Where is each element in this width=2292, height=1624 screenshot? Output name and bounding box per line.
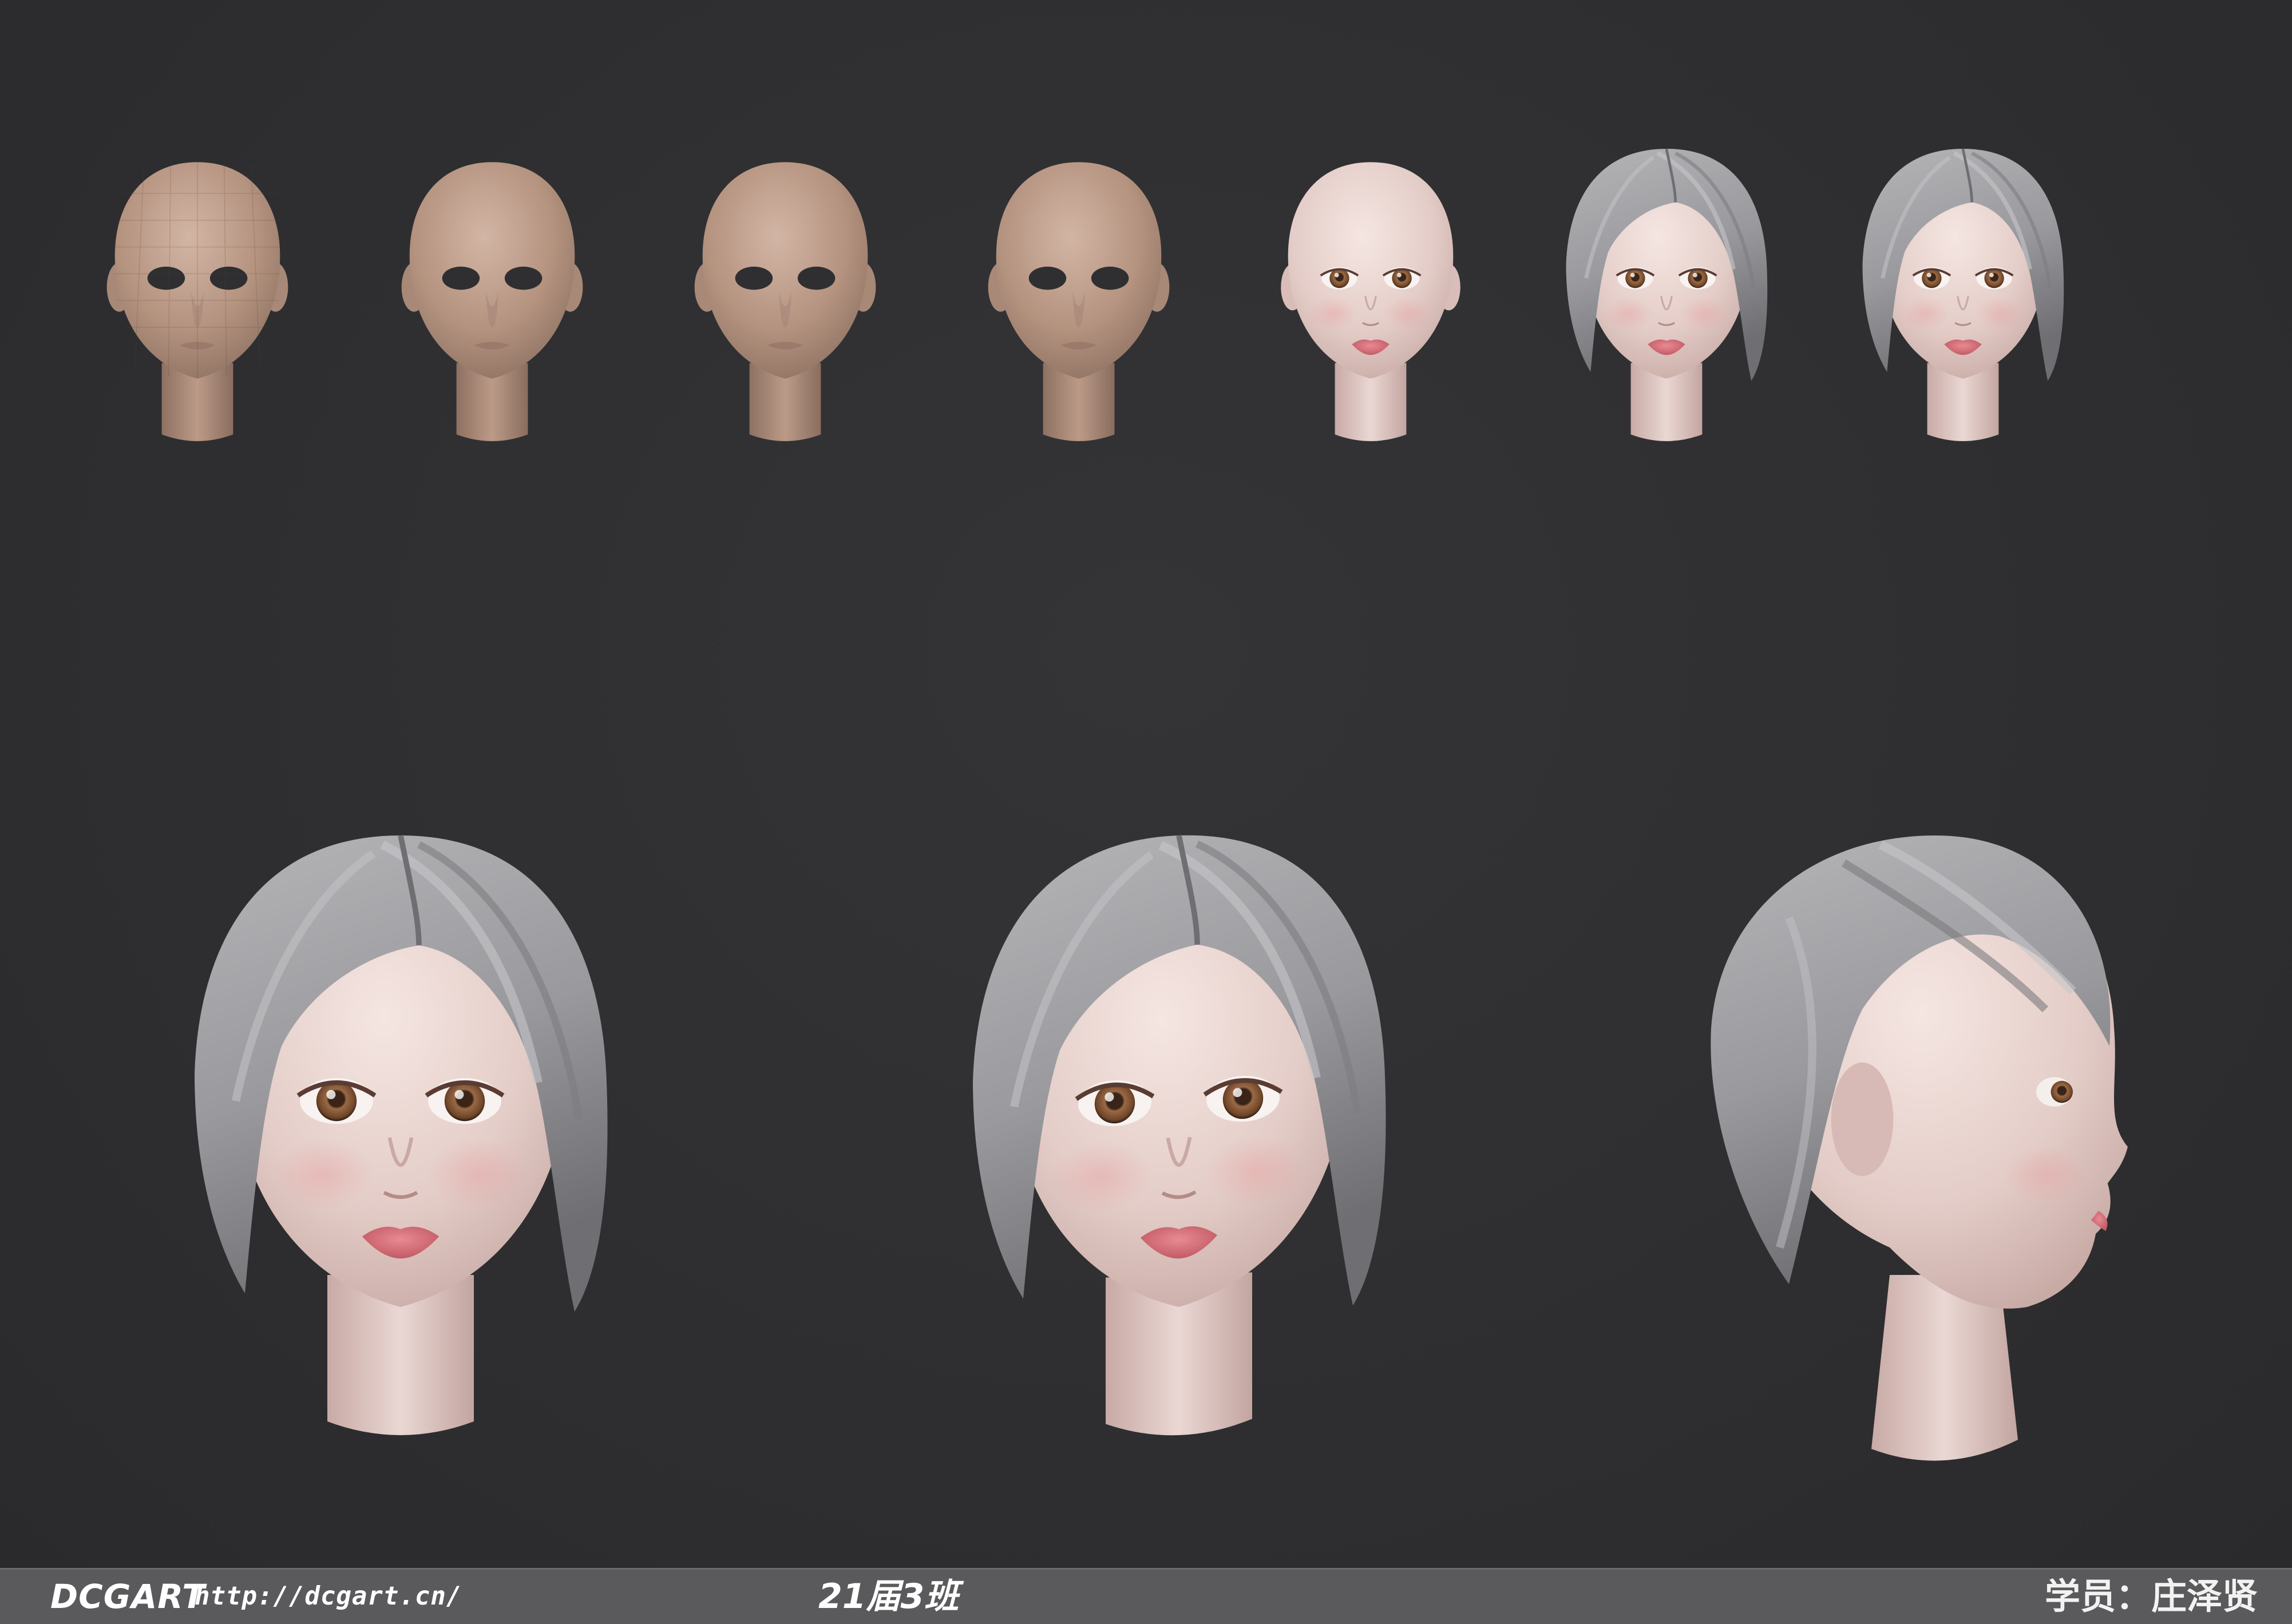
- stage-5-textured: [1280, 161, 1462, 442]
- stage-7-hair: [1863, 149, 2064, 442]
- class-label: 21届3班: [818, 1577, 959, 1617]
- stage-3-clay: [694, 162, 876, 441]
- student-credit: 学员：庄泽贤: [2044, 1575, 2258, 1617]
- stage-2-clay: [401, 162, 583, 441]
- brand-logo-text: DCGART: [50, 1577, 205, 1616]
- footer-bar: DCGART http://dcgart.cn/ 21届3班 学员：庄泽贤: [0, 1568, 2292, 1624]
- heads-illustration: [106, 0, 2128, 1461]
- stage-6-hair: [1566, 149, 1768, 442]
- stage-4-clay: [988, 162, 1170, 441]
- large-three-quarter-view: [973, 828, 1386, 1442]
- artwork-canvas: DCGART http://dcgart.cn/ 21届3班 学员：庄泽贤: [0, 0, 2292, 1624]
- large-front-view: [195, 835, 608, 1435]
- website-link[interactable]: http://dcgart.cn/: [195, 1577, 462, 1617]
- large-profile-view: [1711, 835, 2128, 1461]
- stage-1-base-mesh: [106, 160, 288, 441]
